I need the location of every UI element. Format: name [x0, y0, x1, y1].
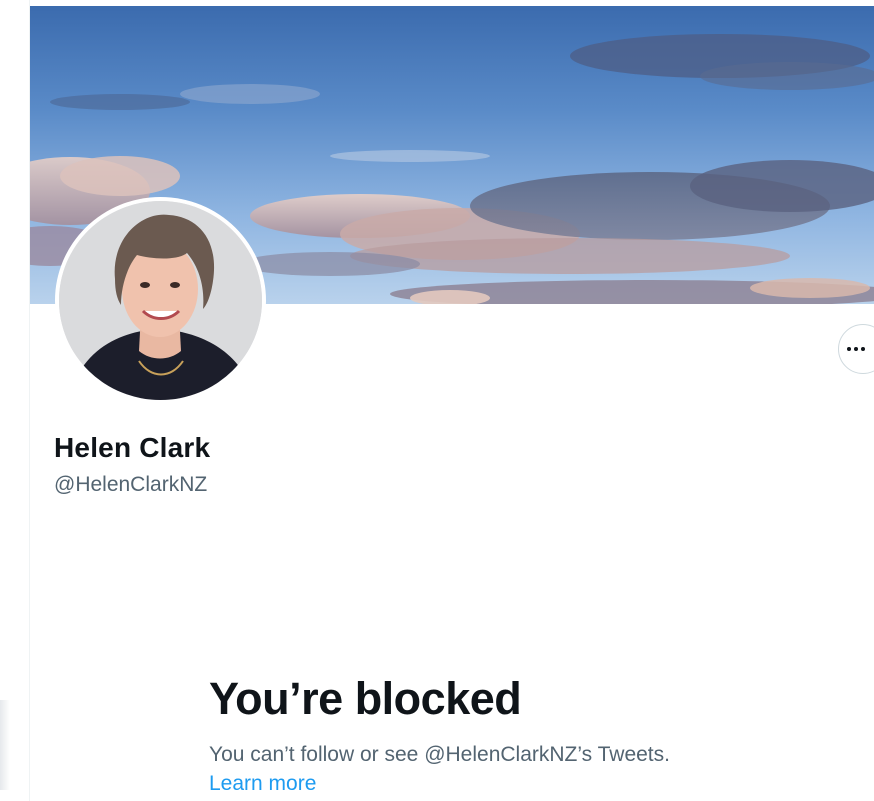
blocked-title: You’re blocked	[209, 673, 522, 724]
avatar-photo	[59, 201, 262, 400]
avatar[interactable]	[55, 197, 266, 404]
ellipsis-horizontal-icon	[847, 347, 865, 351]
more-options-button[interactable]	[838, 324, 874, 374]
display-name: Helen Clark	[54, 432, 211, 463]
learn-more-link[interactable]: Learn more	[209, 772, 316, 796]
user-handle: @HelenClarkNZ	[54, 473, 208, 496]
blocked-description: You can’t follow or see @HelenClarkNZ’s …	[209, 743, 670, 766]
edge-shadow	[0, 700, 10, 790]
profile-page: Helen Clark @HelenClarkNZ You’re blocked…	[0, 0, 874, 801]
